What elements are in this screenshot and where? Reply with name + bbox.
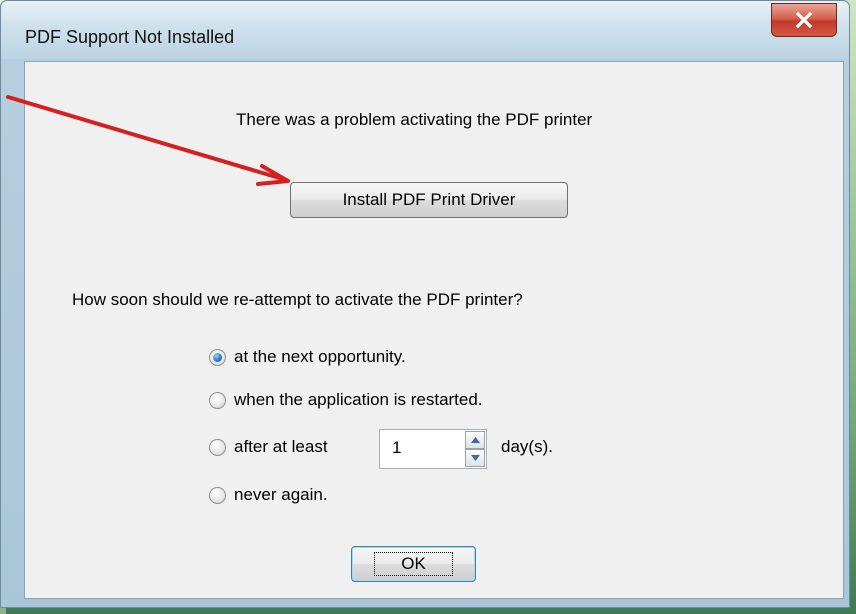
problem-message: There was a problem activating the PDF p… [236, 110, 593, 129]
days-input[interactable]: 1 [392, 438, 401, 458]
option-application-restarted[interactable]: when the application is restarted. [209, 390, 483, 410]
option-label: after at least [234, 437, 328, 456]
option-never-again[interactable]: never again. [209, 485, 328, 505]
days-unit-label: day(s). [501, 437, 553, 456]
radio-application-restarted[interactable] [209, 391, 226, 409]
radio-never-again[interactable] [209, 486, 226, 504]
retry-question-label: How soon should we re-attempt to activat… [72, 290, 523, 309]
close-x-icon [795, 11, 813, 29]
radio-selected-dot [213, 352, 222, 362]
dialog-window: PDF Support Not Installed There was a pr… [0, 0, 850, 608]
option-label: at the next opportunity. [234, 347, 406, 366]
up-arrow-icon [470, 437, 480, 443]
install-pdf-driver-button[interactable]: Install PDF Print Driver [290, 182, 568, 218]
spinner-up-button[interactable] [465, 431, 485, 449]
title-bar[interactable]: PDF Support Not Installed [1, 1, 849, 59]
option-label: never again. [234, 485, 328, 504]
radio-after-days[interactable] [209, 438, 226, 456]
option-label: when the application is restarted. [234, 390, 483, 409]
option-next-opportunity[interactable]: at the next opportunity. [209, 347, 406, 367]
close-button[interactable] [771, 3, 837, 37]
dialog-body: There was a problem activating the PDF p… [24, 61, 844, 599]
ok-button-label: OK [374, 552, 453, 576]
radio-next-opportunity[interactable] [209, 348, 226, 366]
spinner-down-button[interactable] [465, 449, 485, 467]
ok-button[interactable]: OK [351, 546, 476, 582]
days-spinner[interactable]: 1 [379, 429, 487, 469]
down-arrow-icon [470, 455, 480, 461]
window-title: PDF Support Not Installed [25, 27, 235, 47]
spinner-buttons [465, 431, 485, 467]
option-after-days[interactable]: after at least [209, 437, 328, 457]
